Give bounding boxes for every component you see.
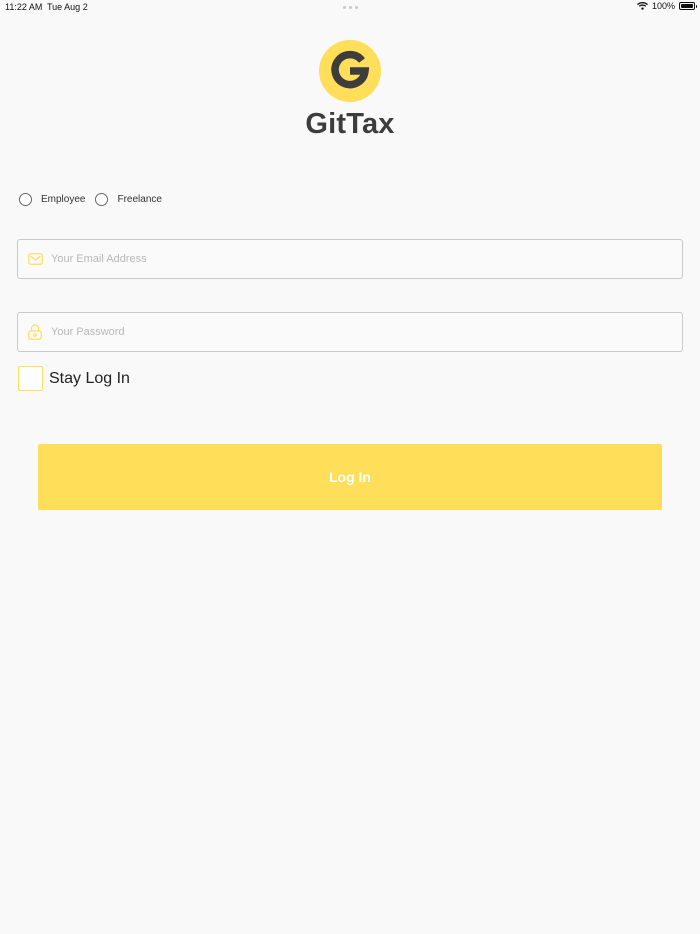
login-button[interactable]: Log In — [38, 444, 662, 510]
status-time: 11:22 AM — [5, 2, 43, 12]
battery-icon — [679, 2, 697, 10]
radio-label-freelance: Freelance — [117, 194, 162, 205]
stay-logged-in-checkbox[interactable] — [18, 366, 43, 391]
multitasking-dots-icon[interactable] — [343, 6, 358, 9]
battery-percent: 100% — [651, 1, 675, 11]
password-input[interactable] — [51, 313, 682, 351]
stay-logged-in-row: Stay Log In — [18, 366, 130, 391]
password-field[interactable] — [17, 312, 683, 352]
wifi-icon — [637, 2, 648, 10]
gittax-logo-icon — [319, 40, 381, 102]
status-date: Tue Aug 2 — [47, 2, 88, 12]
app-name: GitTax — [305, 108, 395, 140]
envelope-icon — [27, 251, 43, 267]
role-selector: Employee Freelance — [19, 193, 172, 206]
app-logo: GitTax — [0, 40, 700, 141]
radio-circle-icon[interactable] — [95, 193, 109, 206]
login-screen: 11:22 AM Tue Aug 2 100% GitTax Employee — [0, 0, 700, 934]
status-indicators: 100% — [637, 1, 697, 11]
lock-icon — [27, 324, 43, 340]
status-bar: 11:22 AM Tue Aug 2 100% — [0, 0, 700, 14]
radio-circle-icon[interactable] — [19, 193, 32, 206]
stay-logged-in-label: Stay Log In — [49, 369, 130, 387]
radio-label-employee: Employee — [41, 194, 86, 205]
email-field[interactable] — [17, 239, 683, 279]
email-input[interactable] — [51, 240, 682, 278]
radio-employee[interactable]: Employee — [19, 193, 85, 206]
radio-freelance[interactable]: Freelance — [95, 193, 162, 206]
